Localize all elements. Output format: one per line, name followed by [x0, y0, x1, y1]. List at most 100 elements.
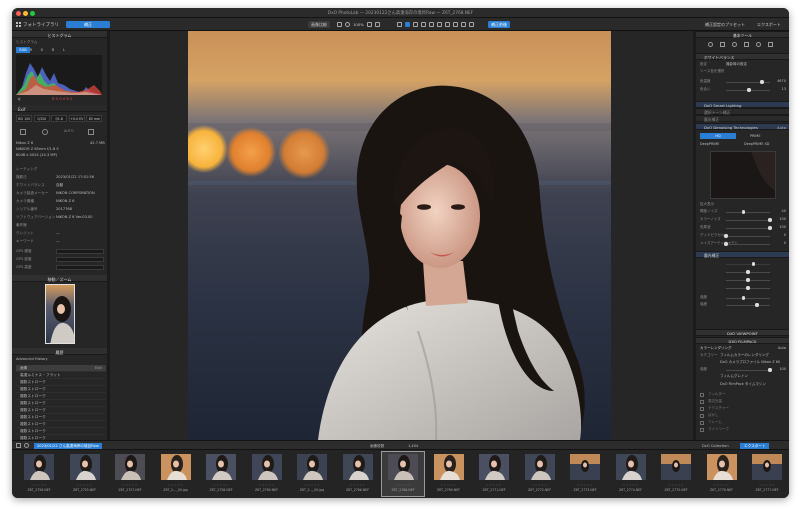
slider-handle[interactable]	[768, 226, 772, 230]
filmstrip-thumbnail[interactable]: ☆☆☆☆☆ Z6T_2775.NEF	[655, 452, 697, 496]
main-photo[interactable]	[188, 31, 611, 440]
category-row[interactable]: カテゴリー フィルムカラーのレンダリング	[700, 353, 786, 359]
rating-stars[interactable]: ☆☆☆☆☆	[564, 483, 606, 487]
zoom-level[interactable]: 100%	[353, 22, 364, 27]
history-panel-header[interactable]: 履歴	[12, 348, 107, 355]
filmstrip-thumbnail[interactable]: ☆☆☆☆☆ Z6T_2757.NEF	[109, 452, 151, 496]
slider-row[interactable]: 色合い 13	[700, 87, 786, 93]
slider-row[interactable]: 低周波 100	[700, 225, 786, 231]
denoise-mode-prime[interactable]: PRIME	[750, 133, 786, 139]
history-item[interactable]: 画像 Edit	[16, 365, 106, 372]
contrast-row-4[interactable]	[700, 285, 786, 291]
folder-path[interactable]: 2023/01/22 さん高遠海岸の境目Raw	[34, 442, 102, 449]
hand-icon[interactable]	[397, 22, 402, 27]
rotate-icon[interactable]	[375, 22, 380, 27]
exif-panel-header[interactable]: Exif	[12, 105, 107, 112]
slider-track[interactable]	[726, 88, 770, 92]
wb-picker-row[interactable]: ソース色を選択	[700, 69, 786, 75]
filmstrip-thumbnail[interactable]: ☆☆☆☆☆ Z6T_2776.NEF	[701, 452, 743, 496]
contrast-slider-4[interactable]	[726, 286, 770, 290]
gps-field[interactable]	[56, 249, 104, 254]
history-item[interactable]: 高遠ルミナス・フラット	[16, 372, 106, 379]
watermark-icon[interactable]	[469, 22, 474, 27]
rating-stars[interactable]: ☆☆☆☆☆	[200, 483, 242, 487]
rating-stars[interactable]: ☆☆☆☆☆	[382, 483, 424, 487]
light-icon[interactable]	[708, 42, 713, 47]
histogram-panel-header[interactable]: ヒストグラム	[12, 31, 107, 38]
collection-label[interactable]: DxO Collection	[702, 444, 729, 448]
contrast-header[interactable]: 露光補正	[696, 251, 789, 258]
denoising-header[interactable]: DxO Denoising Technologies Auto	[696, 123, 789, 130]
rating-stars[interactable]: ☆☆☆☆☆	[610, 483, 652, 487]
gps-field[interactable]	[56, 257, 104, 262]
filmstrip-thumbnail[interactable]: ☆☆☆☆☆ Z6T_2769.NEF	[428, 452, 470, 496]
film-grain-row[interactable]: フィルムグレイン	[700, 374, 786, 380]
filmpack-item[interactable]: フィルター	[700, 392, 786, 398]
filmstrip-thumbnail[interactable]: ☆☆☆☆☆ Z6T_2774.NEF	[610, 452, 652, 496]
checkbox-icon[interactable]	[700, 414, 704, 418]
rating-stars[interactable]: ☆☆☆☆☆	[655, 483, 697, 487]
contrast-row-3[interactable]	[700, 277, 786, 283]
slider-handle[interactable]	[747, 88, 751, 92]
filmstrip-thumbnail[interactable]: ☆☆☆☆☆ Z6T_2..._00.jpg	[155, 452, 197, 496]
tab-customize[interactable]: 補正	[66, 21, 110, 28]
slider-track[interactable]	[726, 218, 772, 222]
filmstrip-thumbnail[interactable]: ☆☆☆☆☆ Z6T_2772.NEF	[519, 452, 561, 496]
filmpack-item[interactable]: フレーム	[700, 420, 786, 426]
image-viewer[interactable]	[110, 31, 693, 440]
contrast-slider-1-handle[interactable]	[751, 262, 755, 266]
local-icon[interactable]	[756, 42, 761, 47]
white-balance-header[interactable]: ホワイトバランス	[696, 53, 789, 60]
rating-stars[interactable]: ☆☆☆☆☆	[337, 483, 379, 487]
history-item[interactable]: 複数ストローク	[16, 428, 106, 435]
contrast-slider-4-handle[interactable]	[746, 286, 750, 290]
shadow-clip-icon[interactable]: ◐	[18, 97, 21, 101]
rating-stars[interactable]: ☆☆☆☆☆	[64, 483, 106, 487]
filmpack-header[interactable]: DXO FILMPACK	[696, 337, 789, 344]
navigator-panel-header[interactable]: 移動／ズーム	[12, 275, 107, 282]
filter-icon[interactable]	[16, 443, 21, 448]
compare-button[interactable]: 画像比較	[308, 21, 330, 28]
smart-lighting-header[interactable]: DxO Smart Lighting	[696, 101, 789, 108]
filmstrip-thumbnail[interactable]: ☆☆☆☆☆ Z6T_2768.NEF	[381, 451, 425, 497]
rating-stars[interactable]: ☆☆☆☆☆	[746, 483, 788, 487]
rating-stars[interactable]: ☆☆☆☆☆	[109, 483, 151, 487]
denoise-mode-deepprime[interactable]: DeepPRIME	[700, 141, 740, 147]
channel-tab-1[interactable]: R	[27, 47, 35, 53]
slider-row[interactable]: 輝度ノイズ 40	[700, 209, 786, 215]
filmstrip-thumbnail[interactable]: ☆☆☆☆☆ Z6T_2771.NEF	[473, 452, 515, 496]
selective-tone-header[interactable]: 選択トーン補正	[696, 108, 789, 115]
checkbox-icon[interactable]	[700, 407, 704, 411]
history-item[interactable]: 複数ストローク	[16, 407, 106, 414]
denoise-preview[interactable]	[710, 151, 776, 199]
rendering-row[interactable]: DxO カメラプロファイル Nikon Z 6II	[700, 360, 786, 366]
filmstrip-export-button[interactable]: エクスポート	[740, 442, 770, 449]
history-item[interactable]: 複数ストローク	[16, 414, 106, 421]
filmpack-item[interactable]: テクスチャー	[700, 406, 786, 412]
navigator-preview[interactable]	[45, 284, 75, 344]
strength-row-a[interactable]: 強度	[700, 295, 786, 301]
slider-handle[interactable]	[724, 242, 728, 246]
rendering-strength-row[interactable]: 強度 100	[700, 367, 786, 373]
repair-icon[interactable]	[445, 22, 450, 27]
perspective-icon[interactable]	[421, 22, 426, 27]
rating-stars[interactable]: ☆☆☆☆☆	[473, 483, 515, 487]
gps-field[interactable]	[56, 265, 104, 270]
history-item[interactable]: 複数ストローク	[16, 400, 106, 407]
strength-slider-a[interactable]	[726, 296, 770, 300]
rendering-strength-slider[interactable]	[726, 368, 772, 372]
strength-slider-b-handle[interactable]	[755, 303, 759, 307]
strength-slider-b[interactable]	[726, 303, 770, 307]
rating-stars[interactable]: ☆☆☆☆☆	[701, 483, 743, 487]
contrast-slider-3-handle[interactable]	[746, 278, 750, 282]
denoise-mode-hq[interactable]: HQ	[700, 133, 736, 139]
slider-handle[interactable]	[760, 80, 764, 84]
rating-stars[interactable]: ☆☆☆☆☆	[18, 483, 60, 487]
filmstrip-thumbnail[interactable]: ☆☆☆☆☆ Z6T_2756.NEF	[18, 452, 60, 496]
favorites-icon[interactable]	[768, 42, 773, 47]
history-item[interactable]: 複数ストローク	[16, 379, 106, 386]
history-item[interactable]: 複数ストローク	[16, 386, 106, 393]
essential-tools-header[interactable]: 基本ツール	[696, 31, 789, 38]
channel-tab-2[interactable]: G	[38, 47, 46, 53]
eye-icon[interactable]	[461, 22, 466, 27]
